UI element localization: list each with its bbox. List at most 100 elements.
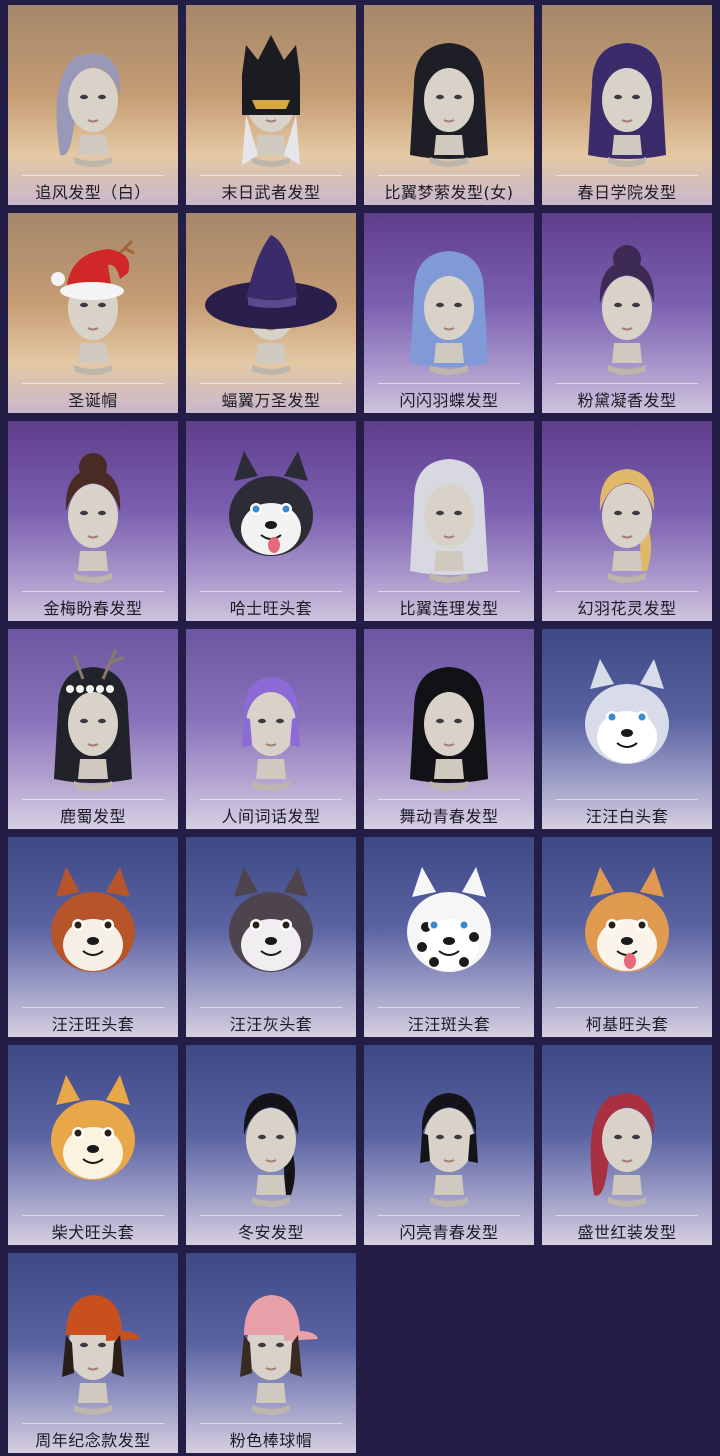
hairstyle-name: 金梅盼春发型	[43, 599, 143, 618]
white-dog-mask-icon	[585, 659, 669, 764]
hairstyle-card[interactable]: 汪汪白头套	[542, 629, 712, 829]
card-divider	[22, 175, 164, 176]
hairstyle-name: 追风发型（白）	[35, 183, 151, 202]
card-divider	[200, 175, 342, 176]
deer-antler-hair-icon	[54, 648, 132, 791]
card-divider	[22, 591, 164, 592]
hairstyle-name: 比翼梦萦发型(女)	[384, 183, 514, 202]
orange-cap-hair-icon	[62, 1295, 140, 1415]
hairstyle-card[interactable]: 幻羽花灵发型	[542, 421, 712, 621]
silver-feather-hair-icon	[410, 459, 488, 583]
hairstyle-card[interactable]: 金梅盼春发型	[8, 421, 178, 621]
card-divider	[378, 591, 520, 592]
card-divider	[378, 383, 520, 384]
hairstyle-name: 柯基旺头套	[585, 1015, 669, 1034]
card-divider	[200, 799, 342, 800]
hairstyle-name: 粉色棒球帽	[229, 1431, 313, 1450]
hairstyle-card[interactable]: 哈士旺头套	[186, 421, 356, 621]
witch-hat-icon	[205, 235, 337, 375]
hairstyle-grid: 追风发型（白） 末日武者发型 比翼梦萦发型(女) 春日学院发型圣诞帽 蝠翼万圣发型 闪闪羽…	[0, 0, 720, 1456]
hairstyle-name: 蝠翼万圣发型	[221, 391, 321, 410]
hairstyle-card[interactable]: 粉黛凝香发型	[542, 213, 712, 413]
shiba-mask-icon	[51, 1075, 135, 1180]
black-short-hair-icon	[420, 1093, 478, 1207]
hairstyle-name: 人间词话发型	[221, 807, 321, 826]
hairstyle-name: 鹿蜀发型	[59, 807, 126, 826]
hairstyle-name: 末日武者发型	[221, 183, 321, 202]
hairstyle-card[interactable]: 柴犬旺头套	[8, 1045, 178, 1245]
pink-cap-hair-icon	[240, 1295, 318, 1415]
hairstyle-card[interactable]: 闪闪羽蝶发型	[364, 213, 534, 413]
hairstyle-name: 哈士旺头套	[229, 599, 313, 618]
hairstyle-card[interactable]: 冬安发型	[186, 1045, 356, 1245]
hairstyle-card[interactable]: 末日武者发型	[186, 5, 356, 205]
black-straight-hair-icon	[410, 667, 488, 791]
hairstyle-card[interactable]: 汪汪灰头套	[186, 837, 356, 1037]
gray-dog-mask-icon	[229, 867, 313, 972]
card-divider	[22, 383, 164, 384]
card-divider	[22, 799, 164, 800]
red-dog-mask-icon	[51, 867, 135, 972]
card-divider	[556, 175, 698, 176]
hairstyle-name: 舞动青春发型	[399, 807, 499, 826]
brown-bun-hair-icon	[65, 453, 121, 583]
corgi-mask-icon	[585, 867, 669, 972]
hairstyle-card[interactable]: 盛世红装发型	[542, 1045, 712, 1245]
hairstyle-card[interactable]: 鹿蜀发型	[8, 629, 178, 829]
hairstyle-name: 盛世红装发型	[577, 1223, 677, 1242]
hairstyle-card[interactable]: 粉色棒球帽	[186, 1253, 356, 1453]
card-divider	[556, 383, 698, 384]
purple-bun-hair-icon	[599, 245, 655, 375]
hairstyle-card[interactable]: 比翼连理发型	[364, 421, 534, 621]
card-divider	[556, 799, 698, 800]
hairstyle-name: 柴犬旺头套	[51, 1223, 135, 1242]
hairstyle-card[interactable]: 人间词话发型	[186, 629, 356, 829]
hairstyle-card[interactable]: 春日学院发型	[542, 5, 712, 205]
hairstyle-name: 汪汪白头套	[585, 807, 669, 826]
hairstyle-card[interactable]: 汪汪旺头套	[8, 837, 178, 1037]
hairstyle-name: 闪亮青春发型	[399, 1223, 499, 1242]
hairstyle-name: 汪汪灰头套	[229, 1015, 313, 1034]
card-divider	[378, 1007, 520, 1008]
hairstyle-card[interactable]: 周年纪念款发型	[8, 1253, 178, 1453]
hairstyle-card[interactable]: 比翼梦萦发型(女)	[364, 5, 534, 205]
card-divider	[556, 1215, 698, 1216]
hairstyle-card[interactable]: 舞动青春发型	[364, 629, 534, 829]
card-divider	[556, 591, 698, 592]
red-ponytail-hair-icon	[590, 1093, 655, 1207]
black-side-braid-hair-icon	[243, 1093, 299, 1207]
card-divider	[200, 591, 342, 592]
hairstyle-card[interactable]: 闪亮青春发型	[364, 1045, 534, 1245]
black-long-hair-icon	[410, 43, 488, 167]
card-divider	[200, 383, 342, 384]
hairstyle-name: 冬安发型	[237, 1223, 304, 1242]
hairstyle-name: 比翼连理发型	[399, 599, 499, 618]
hairstyle-card[interactable]: 蝠翼万圣发型	[186, 213, 356, 413]
card-divider	[200, 1423, 342, 1424]
hairstyle-name: 春日学院发型	[577, 183, 677, 202]
silver-ponytail-hair-icon	[56, 53, 121, 167]
hairstyle-name: 幻羽花灵发型	[577, 599, 677, 618]
blue-wavy-hair-icon	[410, 251, 488, 375]
hairstyle-name: 粉黛凝香发型	[577, 391, 677, 410]
card-divider	[22, 1215, 164, 1216]
card-divider	[378, 175, 520, 176]
blonde-braid-hair-icon	[599, 469, 655, 583]
card-divider	[378, 1215, 520, 1216]
santa-hat-icon	[51, 239, 135, 375]
hairstyle-card[interactable]: 圣诞帽	[8, 213, 178, 413]
violet-bob-hair-icon	[242, 677, 300, 791]
hairstyle-name: 汪汪旺头套	[51, 1015, 135, 1034]
card-divider	[22, 1007, 164, 1008]
armored-helmet-hair-icon	[242, 35, 300, 167]
hairstyle-card[interactable]: 汪汪斑头套	[364, 837, 534, 1037]
hairstyle-name: 周年纪念款发型	[35, 1431, 151, 1450]
hairstyle-card[interactable]: 追风发型（白）	[8, 5, 178, 205]
hairstyle-name: 圣诞帽	[68, 391, 118, 410]
husky-mask-icon	[229, 451, 313, 556]
dalmatian-mask-icon	[407, 867, 491, 972]
card-divider	[378, 799, 520, 800]
purple-long-hair-icon	[588, 43, 666, 167]
hairstyle-card[interactable]: 柯基旺头套	[542, 837, 712, 1037]
hairstyle-name: 汪汪斑头套	[407, 1015, 491, 1034]
